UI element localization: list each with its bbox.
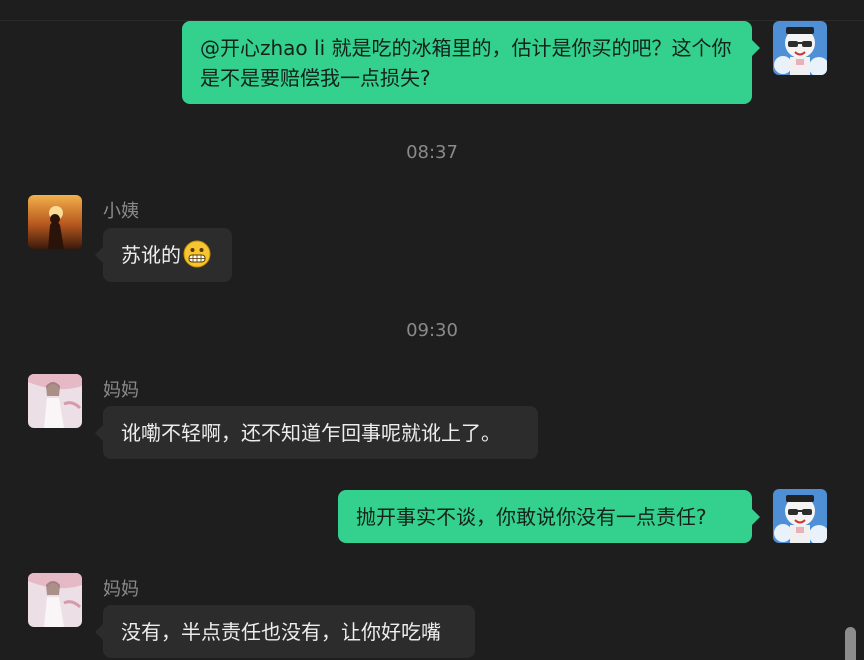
message-text: 抛开事实不谈，你敢说你没有一点责任?: [356, 505, 707, 529]
message-bubble-outgoing[interactable]: @开心zhao li 就是吃的冰箱里的，估计是你买的吧？这个你是不是要赔偿我一点…: [182, 21, 760, 104]
my-avatar[interactable]: [773, 21, 827, 75]
message-text: 讹嘞不轻啊，还不知道乍回事呢就讹上了。: [121, 421, 501, 445]
sender-name: 妈妈: [103, 579, 139, 600]
message-bubble-incoming[interactable]: 苏讹的: [95, 228, 232, 282]
contact-avatar[interactable]: [28, 195, 82, 249]
timestamp: 08:37: [406, 142, 458, 163]
chat-window: @开心zhao li 就是吃的冰箱里的，估计是你买的吧？这个你是不是要赔偿我一点…: [0, 0, 864, 660]
timestamp: 09:30: [406, 320, 458, 341]
contact-avatar[interactable]: [28, 573, 82, 627]
message-bubble-outgoing[interactable]: 抛开事实不谈，你敢说你没有一点责任?: [338, 490, 760, 543]
message-text: @开心zhao li 就是吃的冰箱里的，估计是你买的吧？这个你是不是要赔偿我一点…: [200, 36, 732, 90]
message-text: 没有，半点责任也没有，让你好吃嘴: [121, 620, 441, 644]
top-divider: [0, 0, 864, 21]
contact-avatar[interactable]: [28, 374, 82, 428]
my-avatar[interactable]: [773, 489, 827, 543]
message-bubble-incoming[interactable]: 讹嘞不轻啊，还不知道乍回事呢就讹上了。: [95, 406, 538, 459]
grinning-face-icon: [183, 240, 211, 268]
sender-name: 小姨: [103, 201, 139, 222]
message-text: 苏讹的: [121, 243, 181, 267]
message-bubble-incoming[interactable]: 没有，半点责任也没有，让你好吃嘴: [95, 605, 475, 658]
scrollbar-thumb[interactable]: [845, 627, 856, 660]
sender-name: 妈妈: [103, 380, 139, 401]
